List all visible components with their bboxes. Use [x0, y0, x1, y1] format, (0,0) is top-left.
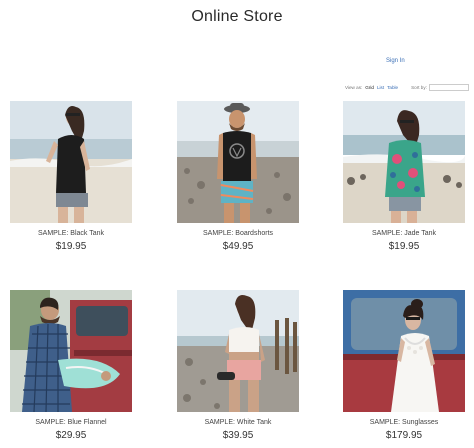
product-price: $49.95: [222, 241, 254, 252]
product-name[interactable]: SAMPLE: White Tank: [177, 419, 299, 426]
product-image-jade-tank[interactable]: [343, 101, 465, 223]
product-image-white-tank[interactable]: [177, 290, 299, 412]
view-grid-option[interactable]: Grid: [365, 85, 374, 90]
product-card-boardshorts[interactable]: SAMPLE: Boardshorts $49.95: [177, 101, 299, 252]
product-name[interactable]: SAMPLE: Boardshorts: [177, 230, 299, 237]
product-price: $19.95: [388, 241, 420, 252]
product-card-white-tank[interactable]: SAMPLE: White Tank $39.95: [177, 290, 299, 441]
product-image-boardshorts[interactable]: [177, 101, 299, 223]
product-image-blue-flannel[interactable]: [10, 290, 132, 412]
view-sort-toolbar: View as: Grid List Table Sort by:: [345, 82, 469, 92]
product-price: $19.95: [55, 241, 87, 252]
sort-select[interactable]: [428, 83, 469, 91]
page-title: Online Store: [191, 8, 283, 25]
product-price: $39.95: [222, 430, 254, 441]
view-table-option[interactable]: Table: [387, 85, 398, 90]
product-name[interactable]: SAMPLE: Sunglasses: [343, 419, 465, 426]
product-image-sunglasses[interactable]: [343, 290, 465, 412]
product-card-blue-flannel[interactable]: SAMPLE: Blue Flannel $29.95: [10, 290, 132, 441]
product-card-black-tank[interactable]: SAMPLE: Black Tank $19.95: [10, 101, 132, 252]
view-list-option[interactable]: List: [377, 85, 384, 90]
product-name[interactable]: SAMPLE: Blue Flannel: [10, 419, 132, 426]
sign-in-link[interactable]: Sign In: [386, 58, 405, 64]
product-card-jade-tank[interactable]: SAMPLE: Jade Tank $19.95: [343, 101, 465, 252]
product-card-sunglasses[interactable]: SAMPLE: Sunglasses $179.95: [343, 290, 465, 441]
product-price: $29.95: [55, 430, 87, 441]
sort-by-label: Sort by:: [411, 84, 427, 90]
product-price: $179.95: [385, 430, 423, 441]
view-as-label: View as:: [345, 84, 363, 90]
product-image-black-tank[interactable]: [10, 101, 132, 223]
product-name[interactable]: SAMPLE: Jade Tank: [343, 230, 465, 237]
product-name[interactable]: SAMPLE: Black Tank: [10, 230, 132, 237]
